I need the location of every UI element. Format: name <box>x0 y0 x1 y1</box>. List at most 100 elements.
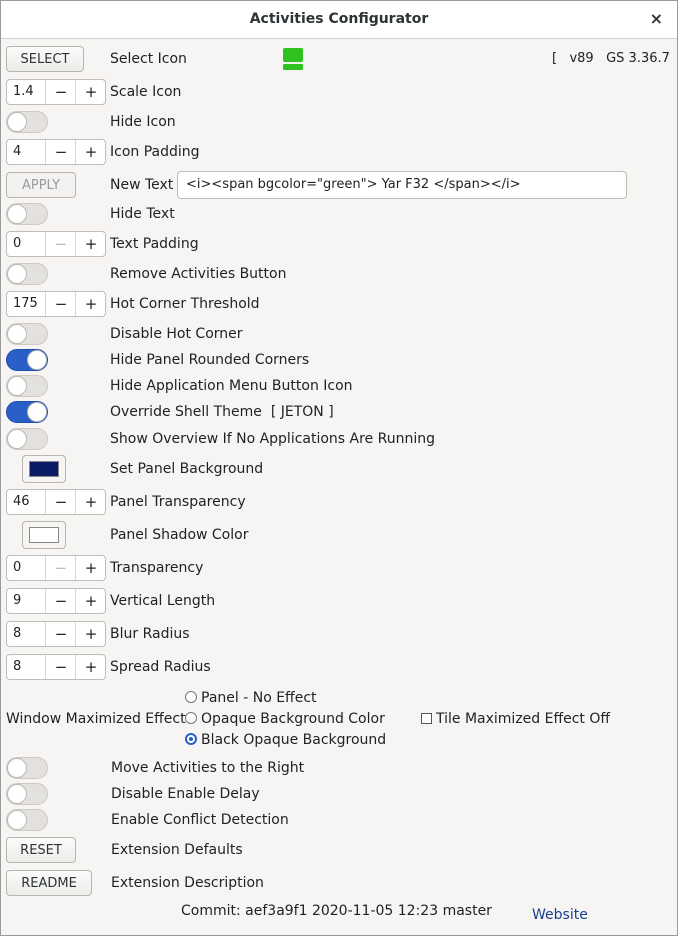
hot-corner-threshold-stepper[interactable]: 175 − + <box>6 291 106 317</box>
spread-radius-value[interactable]: 8 <box>13 659 21 674</box>
panel-shadow-swatch <box>29 527 59 543</box>
hide-text-label: Hide Text <box>110 206 175 222</box>
remove-activities-label: Remove Activities Button <box>110 266 287 282</box>
panel-transparency-row: 46 − + Panel Transparency <box>1 487 677 517</box>
transparency-decrement[interactable]: − <box>45 556 76 580</box>
transparency-stepper[interactable]: 0 − + <box>6 555 106 581</box>
hot-corner-threshold-decrement[interactable]: − <box>45 292 76 316</box>
tile-maximized-label: Tile Maximized Effect Off <box>436 711 611 727</box>
radio-opaque-background-color[interactable]: Opaque Background Color <box>185 711 385 727</box>
spread-radius-row: 8 − + Spread Radius <box>1 652 677 682</box>
disable-hot-corner-label: Disable Hot Corner <box>110 326 243 342</box>
new-text-input[interactable]: <i><span bgcolor="green"> Yar F32 </span… <box>177 171 627 199</box>
remove-activities-row: Remove Activities Button <box>1 259 677 289</box>
icon-padding-decrement[interactable]: − <box>45 140 76 164</box>
move-right-switch[interactable] <box>6 757 48 779</box>
window-title: Activities Configurator <box>249 11 429 27</box>
scale-icon-decrement[interactable]: − <box>45 80 76 104</box>
apply-button[interactable]: APPLY <box>6 172 76 198</box>
hot-corner-threshold-value[interactable]: 175 <box>13 296 38 311</box>
version-label: [ v89 GS 3.36.7 ] <box>552 51 680 66</box>
transparency-label: Transparency <box>110 560 204 576</box>
spread-radius-stepper[interactable]: 8 − + <box>6 654 106 680</box>
hide-icon-row: Hide Icon <box>1 107 677 137</box>
select-button[interactable]: SELECT <box>6 46 84 72</box>
scale-icon-value[interactable]: 1.4 <box>13 84 34 99</box>
hot-corner-threshold-label: Hot Corner Threshold <box>110 296 260 312</box>
icon-padding-value[interactable]: 4 <box>13 144 21 159</box>
vertical-length-increment[interactable]: + <box>75 589 106 613</box>
switch-knob <box>7 204 27 224</box>
panel-transparency-stepper[interactable]: 46 − + <box>6 489 106 515</box>
panel-background-color-button[interactable] <box>22 455 66 483</box>
scale-icon-stepper[interactable]: 1.4 − + <box>6 79 106 105</box>
radio-button[interactable] <box>185 712 197 724</box>
hot-corner-threshold-increment[interactable]: + <box>75 292 106 316</box>
vertical-length-decrement[interactable]: − <box>45 589 76 613</box>
switch-knob <box>27 402 47 422</box>
show-overview-switch[interactable] <box>6 428 48 450</box>
transparency-value[interactable]: 0 <box>13 560 21 575</box>
text-padding-value[interactable]: 0 <box>13 236 21 251</box>
readme-button[interactable]: README <box>6 870 92 896</box>
hide-icon-switch[interactable] <box>6 111 48 133</box>
hide-text-switch[interactable] <box>6 203 48 225</box>
conflict-detection-row: Enable Conflict Detection <box>1 805 677 835</box>
blur-radius-value[interactable]: 8 <box>13 626 21 641</box>
text-padding-increment[interactable]: + <box>75 232 106 256</box>
vertical-length-stepper[interactable]: 9 − + <box>6 588 106 614</box>
text-padding-row: 0 − + Text Padding <box>1 229 677 259</box>
radio-button[interactable] <box>185 691 197 703</box>
disable-delay-switch[interactable] <box>6 783 48 805</box>
icon-padding-increment[interactable]: + <box>75 140 106 164</box>
vertical-length-value[interactable]: 9 <box>13 593 21 608</box>
panel-shadow-color-button[interactable] <box>22 521 66 549</box>
hide-rounded-corners-switch[interactable] <box>6 349 48 371</box>
website-link[interactable]: Website <box>532 907 588 923</box>
blur-radius-decrement[interactable]: − <box>45 622 76 646</box>
move-right-label: Move Activities to the Right <box>111 760 305 776</box>
new-text-row: APPLY New Text <i><span bgcolor="green">… <box>1 170 677 200</box>
switch-knob <box>7 810 27 830</box>
spread-radius-decrement[interactable]: − <box>45 655 76 679</box>
panel-transparency-value[interactable]: 46 <box>13 494 30 509</box>
spread-radius-increment[interactable]: + <box>75 655 106 679</box>
panel-shadow-label: Panel Shadow Color <box>110 527 249 543</box>
panel-transparency-increment[interactable]: + <box>75 490 106 514</box>
switch-knob <box>7 429 27 449</box>
switch-knob <box>7 112 27 132</box>
show-overview-row: Show Overview If No Applications Are Run… <box>1 424 677 454</box>
radio-panel-no-effect[interactable]: Panel - No Effect <box>185 690 317 706</box>
transparency-increment[interactable]: + <box>75 556 106 580</box>
activities-icon <box>281 47 305 71</box>
hide-text-row: Hide Text <box>1 199 677 229</box>
override-theme-switch[interactable] <box>6 401 48 423</box>
text-padding-stepper[interactable]: 0 − + <box>6 231 106 257</box>
readme-label: Extension Description <box>111 875 264 891</box>
disable-delay-label: Disable Enable Delay <box>111 786 260 802</box>
hide-app-menu-icon-switch[interactable] <box>6 375 48 397</box>
blur-radius-increment[interactable]: + <box>75 622 106 646</box>
blur-radius-label: Blur Radius <box>110 626 190 642</box>
icon-padding-stepper[interactable]: 4 − + <box>6 139 106 165</box>
panel-background-label: Set Panel Background <box>110 461 264 477</box>
blur-radius-stepper[interactable]: 8 − + <box>6 621 106 647</box>
transparency-row: 0 − + Transparency <box>1 553 677 583</box>
panel-transparency-decrement[interactable]: − <box>45 490 76 514</box>
close-icon[interactable]: × <box>650 9 663 28</box>
scale-icon-row: 1.4 − + Scale Icon <box>1 77 677 107</box>
tile-maximized-checkbox[interactable]: Tile Maximized Effect Off <box>421 711 610 727</box>
conflict-detection-switch[interactable] <box>6 809 48 831</box>
scale-icon-increment[interactable]: + <box>75 80 106 104</box>
radio-button-selected[interactable] <box>185 733 197 745</box>
checkbox[interactable] <box>421 713 432 724</box>
radio-black-opaque-background[interactable]: Black Opaque Background <box>185 732 386 748</box>
remove-activities-switch[interactable] <box>6 263 48 285</box>
text-padding-decrement[interactable]: − <box>45 232 76 256</box>
show-overview-label: Show Overview If No Applications Are Run… <box>110 431 436 447</box>
disable-hot-corner-switch[interactable] <box>6 323 48 345</box>
reset-button[interactable]: RESET <box>6 837 76 863</box>
panel-background-row: Set Panel Background <box>1 454 677 484</box>
radio-label: Opaque Background Color <box>201 711 385 727</box>
switch-knob <box>7 324 27 344</box>
